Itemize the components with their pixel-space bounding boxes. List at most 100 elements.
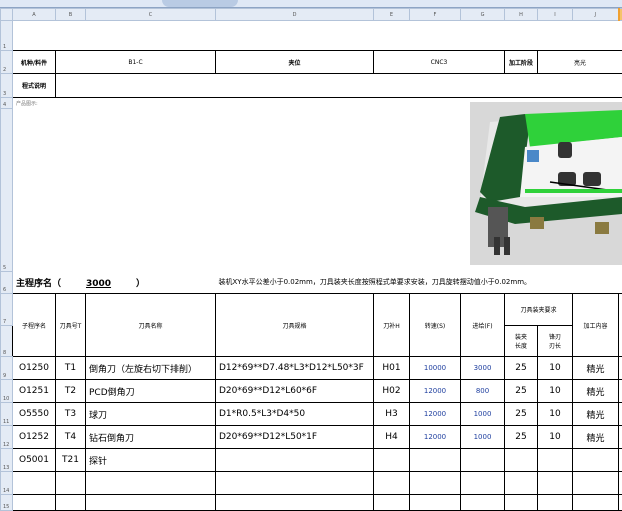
cell-spec[interactable] (216, 449, 374, 472)
cell-t[interactable] (56, 472, 86, 495)
cell-len[interactable] (505, 472, 538, 495)
cell-t[interactable]: T4 (56, 426, 86, 449)
cell-content[interactable] (573, 449, 619, 472)
cell-content[interactable] (573, 472, 619, 495)
process-value[interactable]: 亮光 (538, 51, 622, 74)
col-header[interactable]: J (573, 9, 619, 21)
row-header[interactable]: 11 (1, 403, 13, 426)
cell-content[interactable]: 精光 (573, 380, 619, 403)
sheet-tab-pill[interactable] (162, 0, 238, 7)
col-header[interactable]: I (538, 9, 573, 21)
row-header[interactable]: 9 (1, 357, 13, 380)
cell-name[interactable]: PCD倒角刀 (86, 380, 216, 403)
cell-f[interactable]: 1000 (461, 403, 505, 426)
cell-prog[interactable]: O1252 (13, 426, 56, 449)
cell-len[interactable]: 25 (505, 380, 538, 403)
cell-f[interactable]: 1000 (461, 426, 505, 449)
cell-h[interactable] (374, 449, 410, 472)
row-header[interactable]: 1 (1, 21, 13, 51)
cell-edge[interactable] (538, 472, 573, 495)
row-header[interactable]: 12 (1, 426, 13, 449)
cell-prog[interactable]: O5001 (13, 449, 56, 472)
cell-t[interactable]: T21 (56, 449, 86, 472)
cell-name[interactable]: 探针 (86, 449, 216, 472)
row-header[interactable]: 10 (1, 380, 13, 403)
cell-spec[interactable] (216, 495, 374, 511)
cell-spec[interactable] (216, 472, 374, 495)
cell-name[interactable] (86, 472, 216, 495)
cell-f[interactable] (461, 495, 505, 511)
cell-spec[interactable]: D20*69**D12*L50*1F (216, 426, 374, 449)
cell-h[interactable] (374, 495, 410, 511)
row-header[interactable]: 3 (1, 74, 13, 98)
cell-len[interactable]: 25 (505, 357, 538, 380)
cell-s[interactable]: 12000 (410, 380, 461, 403)
row-header[interactable]: 14 (1, 472, 13, 495)
cell-s[interactable] (410, 472, 461, 495)
cell-h[interactable]: H02 (374, 380, 410, 403)
row-header[interactable]: 13 (1, 449, 13, 472)
cell-f[interactable] (461, 472, 505, 495)
cell-len[interactable]: 25 (505, 426, 538, 449)
cell-edge[interactable]: 10 (538, 357, 573, 380)
col-header[interactable]: D (216, 9, 374, 21)
cell-prog[interactable]: O5550 (13, 403, 56, 426)
row-header[interactable]: 7 (1, 294, 13, 326)
machine-no[interactable]: CNC3 (374, 51, 505, 74)
cell-h[interactable] (374, 472, 410, 495)
cell-edge[interactable] (538, 449, 573, 472)
col-header[interactable]: G (461, 9, 505, 21)
program-note-value[interactable] (56, 74, 622, 98)
cell-len[interactable] (505, 449, 538, 472)
cell-name[interactable] (86, 495, 216, 511)
cell-t[interactable] (56, 495, 86, 511)
cell-prog[interactable]: O1251 (13, 380, 56, 403)
cell-edge[interactable]: 10 (538, 380, 573, 403)
row-header[interactable]: 2 (1, 51, 13, 74)
row-header[interactable]: 4 (1, 98, 13, 109)
cell-h[interactable]: H01 (374, 357, 410, 380)
cell-t[interactable]: T1 (56, 357, 86, 380)
cell-name[interactable]: 倒角刀（左旋右切下排削） (86, 357, 216, 380)
fixture-label[interactable]: 夹位 (216, 51, 374, 74)
cell-s[interactable] (410, 449, 461, 472)
cell-edge[interactable] (538, 495, 573, 511)
cell-spec[interactable]: D20*69**D12*L60*6F (216, 380, 374, 403)
cell-s[interactable]: 10000 (410, 357, 461, 380)
cell-prog[interactable] (13, 472, 56, 495)
cell-edge[interactable]: 10 (538, 426, 573, 449)
cell-h[interactable]: H3 (374, 403, 410, 426)
cell-h[interactable]: H4 (374, 426, 410, 449)
cell-t[interactable]: T2 (56, 380, 86, 403)
cell-prog[interactable]: O1250 (13, 357, 56, 380)
cell-spec[interactable]: D1*R0.5*L3*D4*50 (216, 403, 374, 426)
cell-spec[interactable]: D12*69**D7.48*L3*D12*L50*3F (216, 357, 374, 380)
cell-s[interactable] (410, 495, 461, 511)
cell-len[interactable]: 25 (505, 403, 538, 426)
row-header[interactable]: 8 (1, 326, 13, 357)
row-header[interactable]: 6 (1, 272, 13, 294)
cell-name[interactable]: 球刀 (86, 403, 216, 426)
cell-content[interactable]: 精光 (573, 426, 619, 449)
main-program[interactable]: 主程序名（3000） (13, 272, 216, 294)
col-header[interactable]: F (410, 9, 461, 21)
cell-len[interactable] (505, 495, 538, 511)
cell-s[interactable]: 12000 (410, 403, 461, 426)
col-header[interactable]: B (56, 9, 86, 21)
cell-content[interactable]: 精光 (573, 357, 619, 380)
cell-edge[interactable]: 10 (538, 403, 573, 426)
cell-name[interactable]: 钻石倒角刀 (86, 426, 216, 449)
col-header[interactable]: A (13, 9, 56, 21)
col-header[interactable]: E (374, 9, 410, 21)
select-all[interactable] (1, 9, 13, 21)
cell-f[interactable]: 800 (461, 380, 505, 403)
cell-content[interactable] (573, 495, 619, 511)
col-header[interactable]: C (86, 9, 216, 21)
cell-s[interactable]: 12000 (410, 426, 461, 449)
cell-prog[interactable] (13, 495, 56, 511)
machine-value[interactable]: B1-C (56, 51, 216, 74)
cell-f[interactable] (461, 449, 505, 472)
cell-f[interactable]: 3000 (461, 357, 505, 380)
row-header[interactable]: 15 (1, 495, 13, 511)
col-header[interactable]: H (505, 9, 538, 21)
